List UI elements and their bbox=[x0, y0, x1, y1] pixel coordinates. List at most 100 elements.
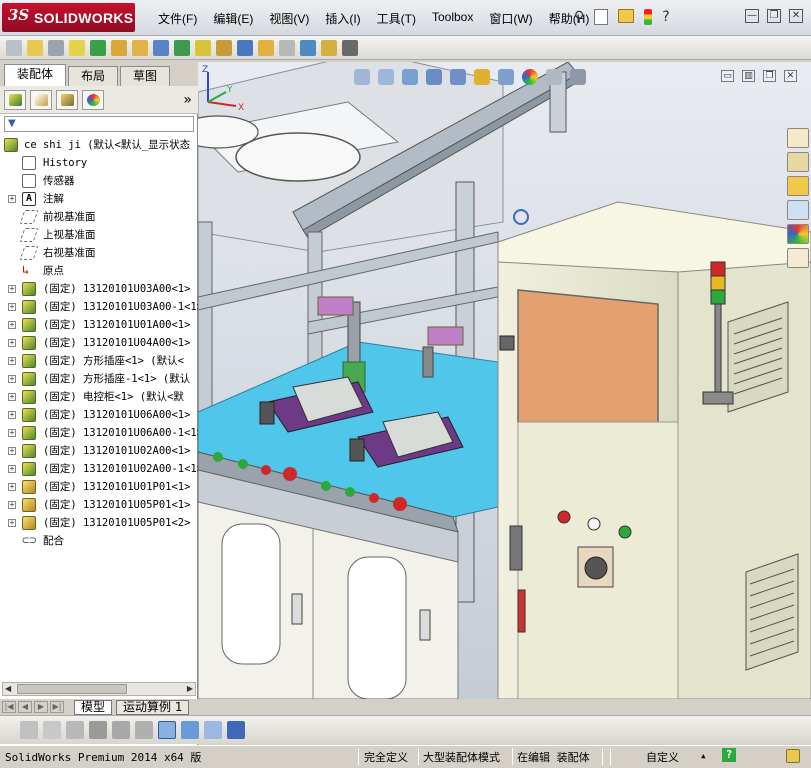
configmanager-icon[interactable] bbox=[56, 89, 78, 110]
new-motion-study-icon[interactable] bbox=[195, 39, 211, 56]
previous-view-icon[interactable] bbox=[402, 69, 418, 85]
expand-plus-icon[interactable]: + bbox=[8, 321, 16, 329]
expand-plus-icon[interactable]: + bbox=[8, 339, 16, 347]
scroll-right-arrow-icon[interactable]: ▶ bbox=[187, 683, 193, 695]
expand-plus-icon[interactable]: + bbox=[8, 303, 16, 311]
close-button[interactable]: ✕ bbox=[789, 9, 803, 23]
linear-pattern-icon[interactable] bbox=[69, 39, 85, 56]
file-explorer-icon[interactable] bbox=[787, 176, 809, 196]
displaymanager-icon[interactable] bbox=[82, 89, 104, 110]
display-icon-1[interactable] bbox=[20, 721, 38, 739]
tree-horizontal-scrollbar[interactable]: ◀ ▶ bbox=[2, 682, 196, 696]
tree-item[interactable]: + (固定) 方形插座<1> (默认< bbox=[0, 352, 198, 370]
view-palette-icon[interactable] bbox=[787, 200, 809, 220]
restore-button[interactable]: ❐ bbox=[767, 9, 781, 23]
viewport-close-icon[interactable]: ✕ bbox=[784, 70, 797, 82]
expand-plus-icon[interactable]: + bbox=[8, 447, 16, 455]
menu-view[interactable]: 视图(V) bbox=[261, 10, 317, 27]
tab-assembly[interactable]: 装配体 bbox=[4, 64, 67, 86]
tree-item[interactable]: + (固定) 13120101U05P01<2> bbox=[0, 514, 198, 532]
tree-item[interactable]: 前视基准面 bbox=[0, 208, 198, 226]
custom-properties-icon[interactable] bbox=[787, 248, 809, 268]
expand-plus-icon[interactable]: + bbox=[8, 375, 16, 383]
tree-item[interactable]: History bbox=[0, 154, 198, 172]
display-icon-2[interactable] bbox=[43, 721, 61, 739]
grid-icon[interactable] bbox=[112, 721, 130, 739]
sketch-grid-icon[interactable] bbox=[158, 721, 176, 739]
expand-plus-icon[interactable]: + bbox=[8, 357, 16, 365]
interference-detection-icon[interactable] bbox=[279, 39, 295, 56]
assembly-features-icon[interactable] bbox=[153, 39, 169, 56]
table-icon[interactable] bbox=[204, 721, 222, 739]
view-settings-icon[interactable] bbox=[570, 69, 586, 85]
explode-line-sketch-icon[interactable] bbox=[258, 39, 274, 56]
bill-of-materials-icon[interactable] bbox=[216, 39, 232, 56]
expand-plus-icon[interactable]: + bbox=[8, 519, 16, 527]
design-library-icon[interactable] bbox=[787, 152, 809, 172]
tree-item[interactable]: + (固定) 13120101U01A00<1> bbox=[0, 316, 198, 334]
tree-item[interactable]: + (固定) 13120101U03A00-1<1> bbox=[0, 298, 198, 316]
display-icon-3[interactable] bbox=[66, 721, 84, 739]
new-doc-icon[interactable] bbox=[594, 9, 609, 25]
tree-item[interactable]: + (固定) 13120101U04A00<1> bbox=[0, 334, 198, 352]
expand-plus-icon[interactable]: + bbox=[8, 285, 16, 293]
appearances-icon[interactable] bbox=[787, 224, 809, 244]
menu-toolbox[interactable]: Toolbox bbox=[424, 10, 481, 27]
zoom-to-area-icon[interactable] bbox=[378, 69, 394, 85]
minimize-button[interactable]: — bbox=[745, 9, 759, 23]
expand-plus-icon[interactable]: + bbox=[8, 195, 16, 203]
pin-icon[interactable]: ⚲ bbox=[574, 9, 584, 25]
tab-sketch[interactable]: 草图 bbox=[120, 66, 171, 86]
move-component-icon[interactable] bbox=[111, 39, 127, 56]
mate-icon[interactable] bbox=[48, 39, 64, 56]
graphics-viewport[interactable]: ▭ ▥ ❐ ✕ Z X Y bbox=[198, 62, 811, 699]
tree-item[interactable]: ↳ 原点 bbox=[0, 262, 198, 280]
edit-component-icon[interactable] bbox=[6, 39, 22, 56]
tree-item[interactable]: + (固定) 13120101U06A00<1> bbox=[0, 406, 198, 424]
clearance-verification-icon[interactable] bbox=[300, 39, 316, 56]
menu-tools[interactable]: 工具(T) bbox=[369, 10, 424, 27]
propertymanager-icon[interactable] bbox=[30, 89, 52, 110]
insert-component-icon[interactable] bbox=[27, 39, 43, 56]
tree-item[interactable]: + (固定) 13120101U02A00<1> bbox=[0, 442, 198, 460]
tree-item[interactable]: + (固定) 13120101U06A00-1<1> bbox=[0, 424, 198, 442]
view-orientation-icon[interactable] bbox=[450, 69, 466, 85]
solidworks-resources-icon[interactable] bbox=[787, 128, 809, 148]
tree-item[interactable]: ⊂⊃ 配合 bbox=[0, 532, 198, 550]
featuremanager-icon[interactable] bbox=[4, 89, 26, 110]
open-icon[interactable] bbox=[618, 9, 635, 23]
instant3d-icon[interactable] bbox=[342, 39, 358, 56]
tree-item[interactable]: 右视基准面 bbox=[0, 244, 198, 262]
tree-item[interactable]: 传感器 bbox=[0, 172, 198, 190]
zoom-to-fit-icon[interactable] bbox=[354, 69, 370, 85]
next-tab-icon[interactable]: ▶ bbox=[34, 701, 48, 713]
expand-plus-icon[interactable]: + bbox=[8, 411, 16, 419]
hide-show-items-icon[interactable] bbox=[498, 69, 514, 85]
prev-tab-icon[interactable]: ◀ bbox=[18, 701, 32, 713]
menu-window[interactable]: 窗口(W) bbox=[481, 10, 540, 27]
reference-geometry-icon[interactable] bbox=[174, 39, 190, 56]
tab-layout[interactable]: 布局 bbox=[68, 66, 119, 86]
show-hidden-icon[interactable] bbox=[132, 39, 148, 56]
viewport-restore-icon[interactable]: ❐ bbox=[763, 70, 776, 82]
expand-plus-icon[interactable]: + bbox=[8, 393, 16, 401]
solidworks-logo[interactable]: 3S SOLIDWORKS bbox=[2, 3, 135, 32]
menu-edit[interactable]: 编辑(E) bbox=[205, 10, 261, 27]
section-view-icon[interactable] bbox=[426, 69, 442, 85]
save-icon[interactable] bbox=[227, 721, 245, 739]
dimension-icon[interactable] bbox=[135, 721, 153, 739]
tab-motion-study[interactable]: 运动算例 1 bbox=[116, 699, 190, 715]
smart-fasteners-icon[interactable] bbox=[90, 39, 106, 56]
last-tab-icon[interactable]: ▶| bbox=[50, 701, 64, 713]
expand-plus-icon[interactable]: + bbox=[8, 483, 16, 491]
first-tab-icon[interactable]: |◀ bbox=[2, 701, 16, 713]
tab-model[interactable]: 模型 bbox=[74, 699, 113, 715]
tree-item[interactable]: + (固定) 13120101U02A00-1<1> bbox=[0, 460, 198, 478]
hole-alignment-icon[interactable] bbox=[321, 39, 337, 56]
edit-appearance-icon[interactable] bbox=[522, 69, 538, 85]
tree-item[interactable]: + (固定) 13120101U01P01<1> bbox=[0, 478, 198, 496]
scroll-left-arrow-icon[interactable]: ◀ bbox=[5, 683, 11, 695]
traffic-light-icon[interactable] bbox=[644, 9, 653, 25]
expand-plus-icon[interactable]: + bbox=[8, 465, 16, 473]
status-custom[interactable]: 自定义 bbox=[646, 749, 679, 765]
